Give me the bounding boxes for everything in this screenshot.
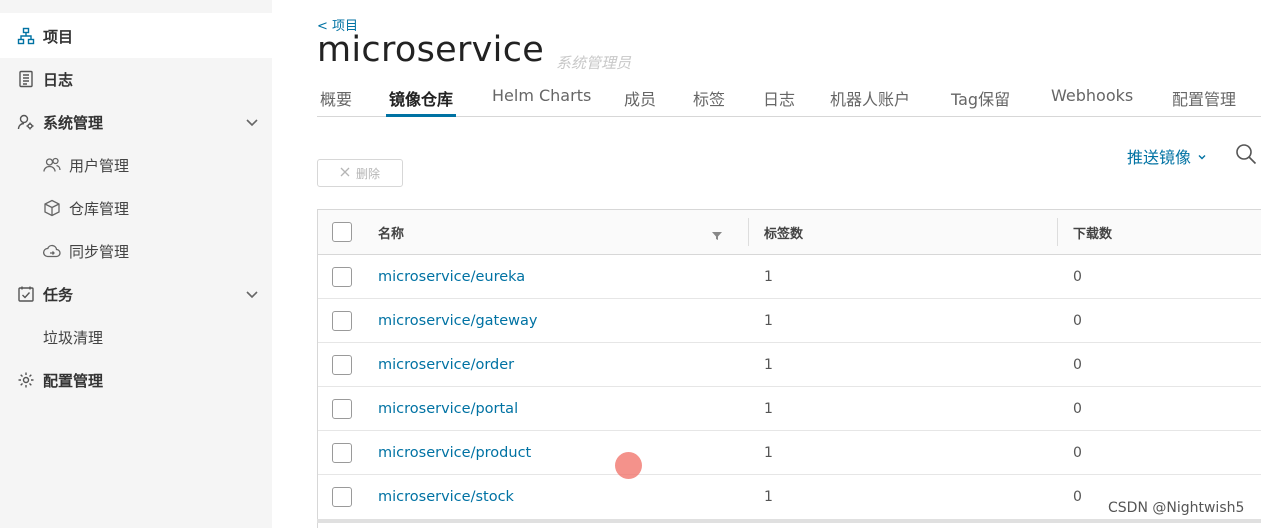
repository-link[interactable]: microservice/stock bbox=[378, 489, 514, 505]
download-count: 0 bbox=[1073, 401, 1082, 417]
tab-tag-retention[interactable]: Tag保留 bbox=[951, 86, 1010, 117]
role-label: 系统管理员 bbox=[556, 54, 632, 72]
download-count: 0 bbox=[1073, 445, 1082, 461]
log-icon bbox=[17, 70, 35, 88]
push-image-button[interactable]: 推送镜像 bbox=[1127, 144, 1207, 168]
search-icon[interactable] bbox=[1234, 142, 1258, 166]
row-checkbox[interactable] bbox=[332, 487, 352, 507]
sidebar-item-tasks[interactable]: 任务 bbox=[0, 274, 272, 314]
tag-count: 1 bbox=[764, 357, 773, 373]
row-checkbox[interactable] bbox=[332, 311, 352, 331]
chevron-down-icon bbox=[1197, 147, 1207, 166]
repositories-table: 名称 标签数 下载数 microservice/eureka 1 0 micro… bbox=[317, 209, 1261, 528]
download-count: 0 bbox=[1073, 489, 1082, 505]
sidebar-item-configuration[interactable]: 配置管理 bbox=[0, 360, 272, 400]
main-content: < 项目 microservice 系统管理员 概要 镜像仓库 Helm Cha… bbox=[317, 0, 1261, 528]
system-admin-icon bbox=[17, 113, 35, 131]
push-image-label: 推送镜像 bbox=[1127, 148, 1192, 167]
sidebar-item-label: 系统管理 bbox=[43, 113, 104, 132]
row-checkbox[interactable] bbox=[332, 267, 352, 287]
page-title: microservice bbox=[317, 30, 545, 70]
mouse-cursor-indicator bbox=[615, 452, 642, 479]
tab-robot-accounts[interactable]: 机器人账户 bbox=[830, 86, 910, 117]
sidebar: 项目 日志 系统管理 用户管理 仓库管理 同步管理 任务 垃圾清理 配置管理 bbox=[0, 0, 272, 528]
delete-button-label: 删除 bbox=[355, 166, 380, 181]
sidebar-item-label: 用户管理 bbox=[69, 156, 130, 175]
download-count: 0 bbox=[1073, 357, 1082, 373]
table-row: microservice/portal 1 0 bbox=[318, 387, 1261, 431]
tab-labels[interactable]: 标签 bbox=[693, 86, 725, 117]
table-footer-divider bbox=[317, 519, 1261, 523]
tag-count: 1 bbox=[764, 269, 773, 285]
tab-webhooks[interactable]: Webhooks bbox=[1051, 86, 1133, 117]
row-checkbox[interactable] bbox=[332, 443, 352, 463]
row-checkbox[interactable] bbox=[332, 355, 352, 375]
sidebar-item-label: 配置管理 bbox=[43, 371, 104, 390]
sidebar-item-label: 日志 bbox=[43, 70, 74, 89]
download-count: 0 bbox=[1073, 313, 1082, 329]
sidebar-item-label: 仓库管理 bbox=[69, 199, 130, 218]
tasks-icon bbox=[17, 285, 35, 303]
chevron-down-icon[interactable] bbox=[244, 114, 260, 130]
table-row: microservice/eureka 1 0 bbox=[318, 255, 1261, 299]
tab-helm-charts[interactable]: Helm Charts bbox=[492, 86, 591, 117]
table-header: 名称 标签数 下载数 bbox=[318, 210, 1261, 255]
tab-configuration[interactable]: 配置管理 bbox=[1172, 86, 1236, 117]
sidebar-item-system-admin[interactable]: 系统管理 bbox=[0, 102, 272, 142]
column-header-downloads[interactable]: 下载数 bbox=[1073, 223, 1112, 242]
sidebar-item-label: 同步管理 bbox=[69, 242, 130, 261]
sidebar-item-registries[interactable]: 仓库管理 bbox=[0, 188, 272, 228]
column-header-tags[interactable]: 标签数 bbox=[764, 223, 803, 242]
table-row: microservice/gateway 1 0 bbox=[318, 299, 1261, 343]
repository-link[interactable]: microservice/gateway bbox=[378, 313, 538, 329]
users-icon bbox=[43, 156, 61, 174]
repository-link[interactable]: microservice/eureka bbox=[378, 269, 525, 285]
filter-icon[interactable] bbox=[712, 226, 722, 245]
replication-icon bbox=[43, 242, 61, 260]
table-row: microservice/product 1 0 bbox=[318, 431, 1261, 475]
column-divider[interactable] bbox=[1057, 218, 1058, 246]
select-all-checkbox[interactable] bbox=[332, 222, 352, 242]
tab-members[interactable]: 成员 bbox=[624, 86, 656, 117]
sidebar-item-users[interactable]: 用户管理 bbox=[0, 145, 272, 185]
tag-count: 1 bbox=[764, 401, 773, 417]
delete-button[interactable]: 删除 bbox=[317, 159, 403, 187]
sidebar-item-label: 垃圾清理 bbox=[43, 328, 104, 347]
repository-link[interactable]: microservice/order bbox=[378, 357, 514, 373]
sidebar-item-projects[interactable]: 项目 bbox=[0, 16, 272, 56]
sidebar-item-label: 项目 bbox=[43, 27, 74, 46]
tab-summary[interactable]: 概要 bbox=[320, 86, 352, 117]
chevron-down-icon[interactable] bbox=[244, 286, 260, 302]
sidebar-item-replication[interactable]: 同步管理 bbox=[0, 231, 272, 271]
sidebar-item-logs[interactable]: 日志 bbox=[0, 59, 272, 99]
gear-icon bbox=[17, 371, 35, 389]
sidebar-item-label: 任务 bbox=[43, 285, 74, 304]
project-icon bbox=[17, 27, 35, 45]
row-checkbox[interactable] bbox=[332, 399, 352, 419]
download-count: 0 bbox=[1073, 269, 1082, 285]
tab-bar: 概要 镜像仓库 Helm Charts 成员 标签 日志 机器人账户 Tag保留… bbox=[317, 84, 1261, 117]
watermark: CSDN @Nightwish5 bbox=[1108, 500, 1245, 516]
repository-link[interactable]: microservice/product bbox=[378, 445, 531, 461]
registry-icon bbox=[43, 199, 61, 217]
tab-logs[interactable]: 日志 bbox=[763, 86, 795, 117]
repository-link[interactable]: microservice/portal bbox=[378, 401, 518, 417]
tag-count: 1 bbox=[764, 489, 773, 505]
column-header-name[interactable]: 名称 bbox=[378, 223, 404, 242]
table-row: microservice/order 1 0 bbox=[318, 343, 1261, 387]
column-divider[interactable] bbox=[748, 218, 749, 246]
close-icon bbox=[340, 166, 350, 180]
tag-count: 1 bbox=[764, 445, 773, 461]
sidebar-item-garbage-collection[interactable]: 垃圾清理 bbox=[0, 317, 272, 357]
tag-count: 1 bbox=[764, 313, 773, 329]
tab-repositories[interactable]: 镜像仓库 bbox=[386, 86, 457, 117]
